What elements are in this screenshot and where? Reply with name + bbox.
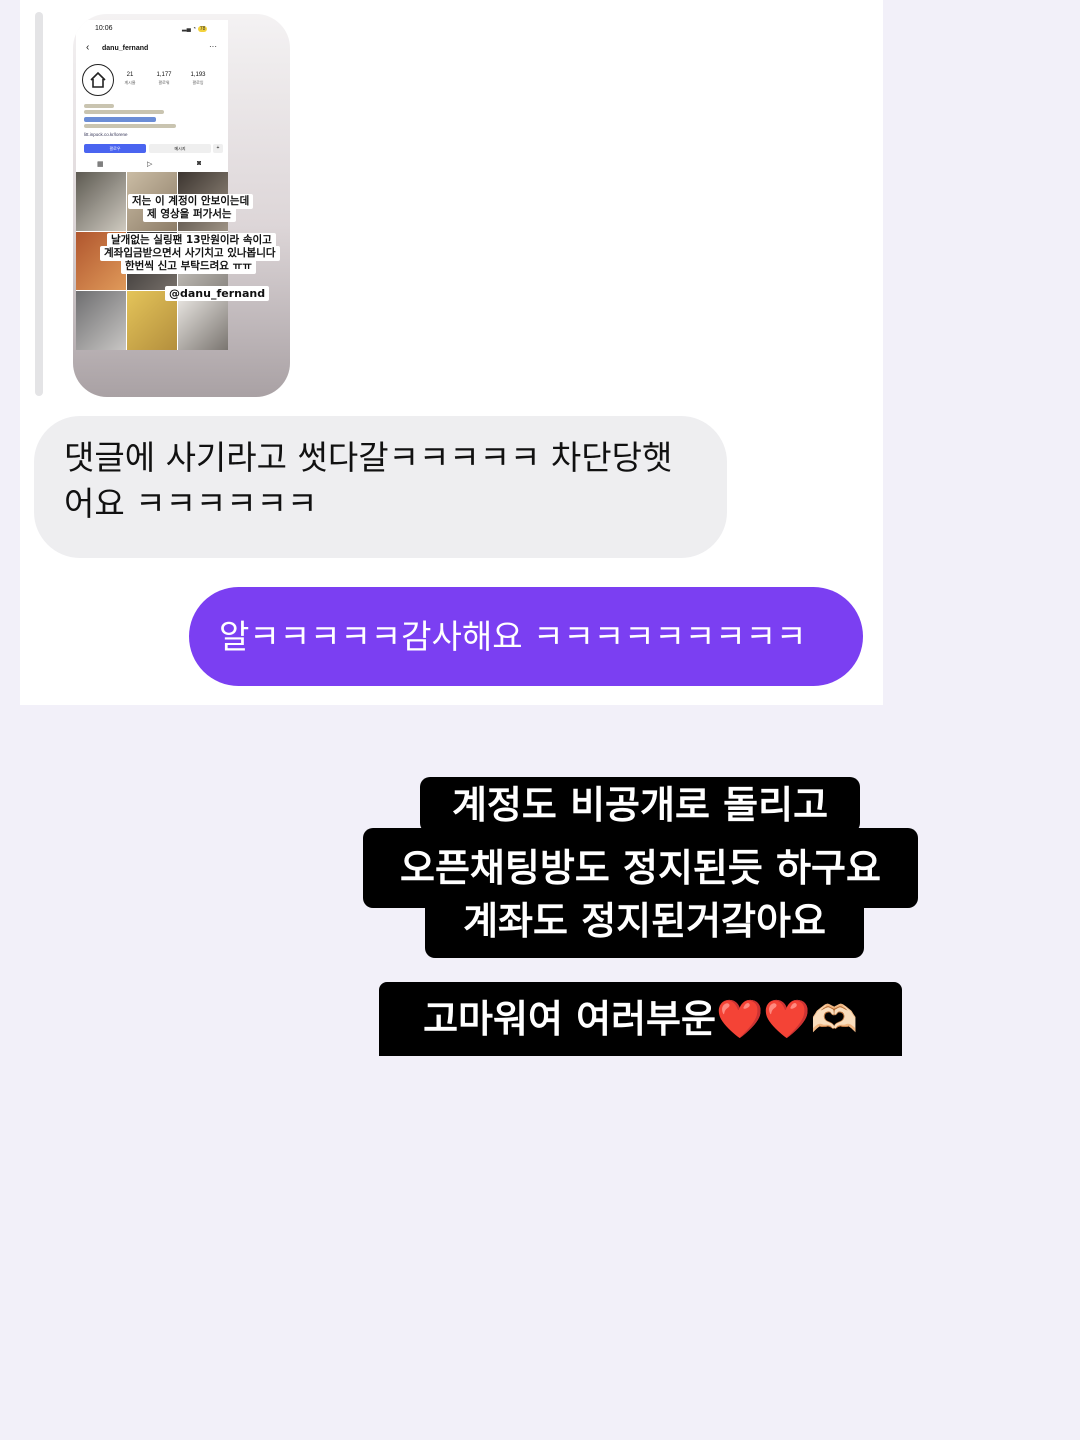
story-text-line: 계좌도 정지된거갘아요: [425, 892, 864, 958]
overlay-caption: 한번씩 신고 부탁드려요 ㅠㅠ: [121, 259, 256, 274]
bio-line: [84, 124, 176, 128]
bio-line: [84, 104, 114, 108]
stat-following: 1,193 팔로잉: [190, 72, 206, 85]
bio-number-badges: [84, 117, 156, 122]
sent-message-text: 알ㅋㅋㅋㅋㅋ감사해요 ㅋㅋㅋㅋㅋㅋㅋㅋㅋ: [219, 617, 807, 656]
profile-username: danu_fernand: [102, 45, 149, 52]
received-message-text: 댓글에 사기라고 썻다갈ㅋㅋㅋㅋㅋ 차단당햇어요 ㅋㅋㅋㅋㅋㅋ: [64, 438, 673, 523]
reels-tab-icon: ▷: [147, 161, 153, 168]
profile-avatar: [82, 64, 114, 96]
overlay-caption: 제 영상을 퍼가서는: [143, 207, 236, 222]
bio-line: [84, 110, 164, 114]
story-thanks-line: 고마워여 여러부운❤️❤️🫶🏻: [379, 982, 902, 1056]
add-user-icon: +: [213, 144, 223, 153]
post-thumbnail: [76, 172, 126, 231]
follow-button: 팔로우: [84, 144, 146, 153]
more-icon: ···: [209, 42, 217, 51]
post-thumbnail: [76, 291, 126, 350]
sent-message-bubble: 알ㅋㅋㅋㅋㅋ감사해요 ㅋㅋㅋㅋㅋㅋㅋㅋㅋ: [189, 587, 863, 686]
battery-icon: 78: [197, 26, 208, 32]
grid-tab-icon: ▦: [97, 161, 104, 168]
tagged-tab-icon: ◙: [197, 160, 202, 167]
received-message-bubble: 댓글에 사기라고 썻다갈ㅋㅋㅋㅋㅋ 차단당햇어요 ㅋㅋㅋㅋㅋㅋ: [34, 416, 727, 558]
reply-indicator-line: [35, 12, 43, 396]
stat-posts: 21 게시물: [124, 72, 136, 85]
stat-followers: 1,177 팔로워: [156, 72, 172, 85]
story-text-line: 계정도 비공개로 돌리고: [420, 777, 860, 833]
shared-image-attachment[interactable]: 10:06 ▂▄ ◔ 78 ‹ danu_fernand ··· 21 게시물 1…: [73, 14, 290, 397]
status-time: 10:06: [95, 25, 113, 32]
message-button: 메시지: [149, 144, 211, 153]
back-arrow-icon: ‹: [86, 42, 90, 53]
home-icon: [90, 71, 106, 88]
status-icons: ▂▄ ◔ 78: [182, 26, 208, 32]
overlay-username-tag: @danu_fernand: [165, 286, 270, 301]
profile-link: litt.inpock.co.kr/lorene: [84, 132, 128, 137]
heart-hands-emoji: ❤️❤️🫶🏻: [715, 997, 858, 1041]
